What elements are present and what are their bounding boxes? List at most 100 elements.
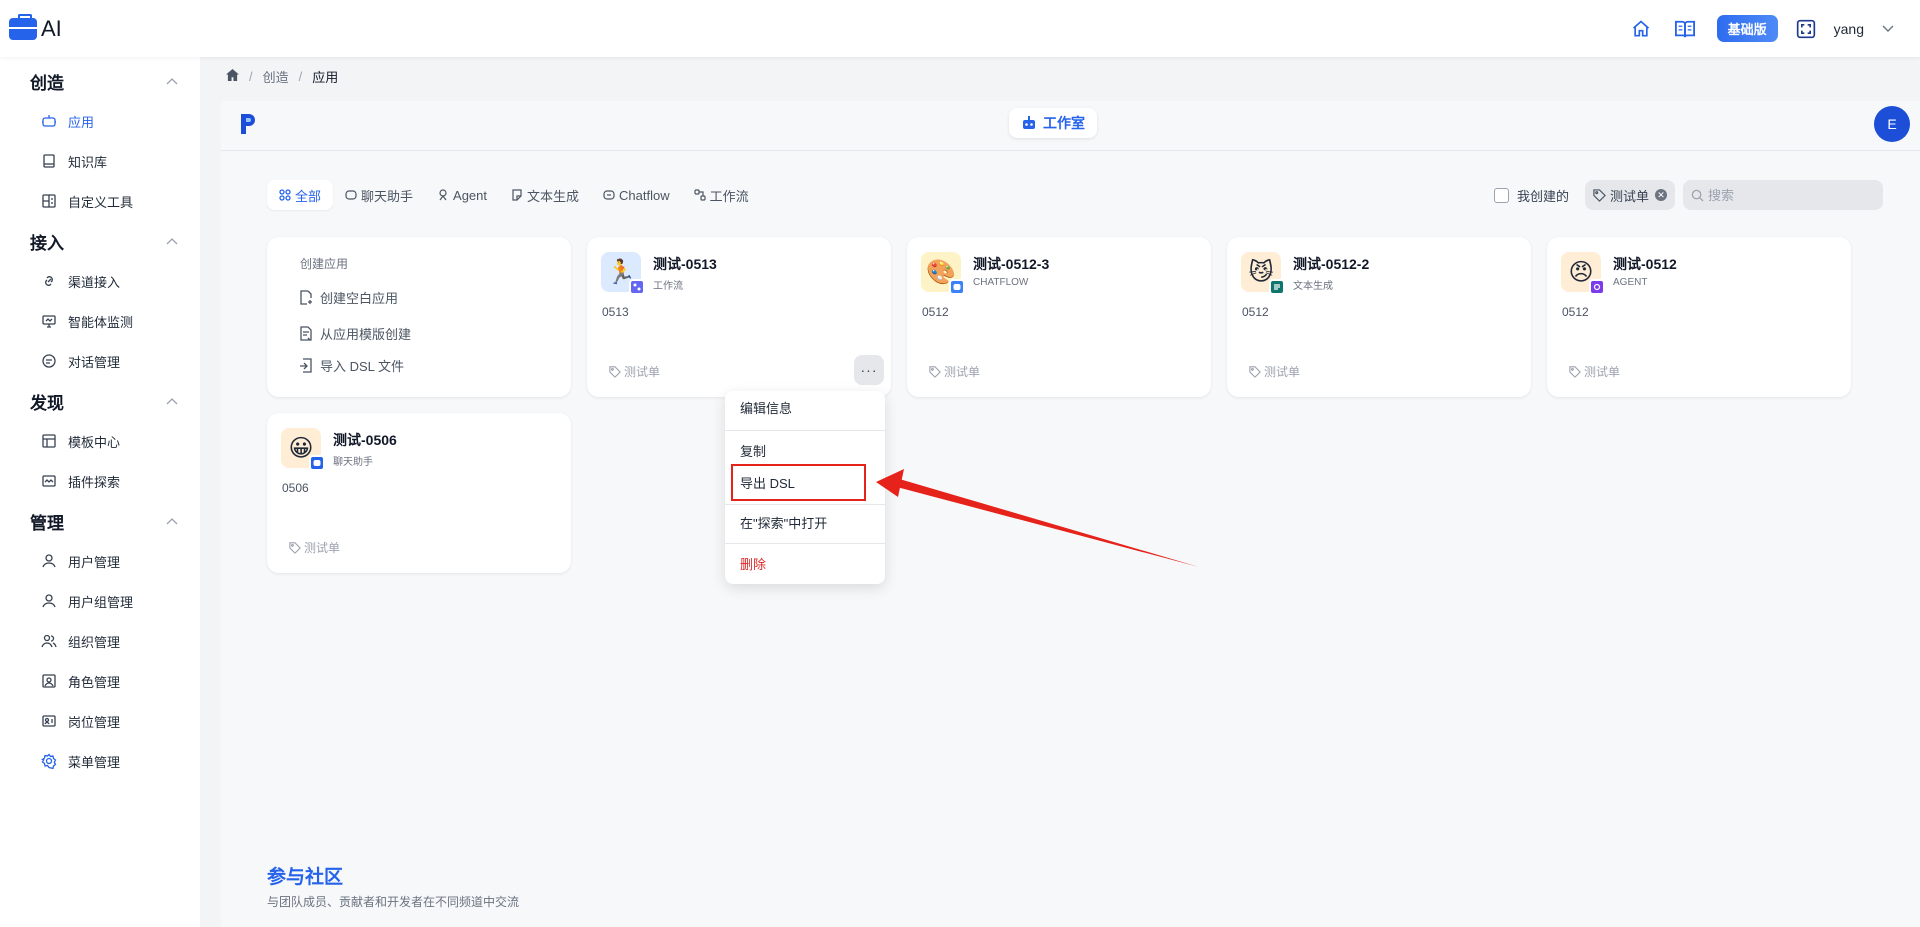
agent-icon bbox=[437, 189, 449, 201]
menu-delete[interactable]: 删除 bbox=[725, 547, 885, 579]
main-area: / 创造 / 应用 工作室 E 全部 聊天助手 Agent 文本生成 Chatf… bbox=[200, 57, 1920, 927]
chat-icon bbox=[40, 352, 58, 370]
file-template-icon bbox=[299, 325, 313, 341]
avatar[interactable]: E bbox=[1874, 106, 1910, 142]
briefcase-logo-icon bbox=[9, 13, 37, 40]
app-name: 测试-0513 bbox=[653, 256, 717, 272]
user-icon bbox=[40, 552, 58, 570]
plan-badge[interactable]: 基础版 bbox=[1716, 15, 1778, 42]
section-create[interactable]: 创造 bbox=[0, 61, 200, 101]
clear-tag-icon[interactable]: ✕ bbox=[1655, 189, 1667, 201]
tag-filter[interactable]: 测试单 ✕ bbox=[1584, 180, 1675, 210]
home-icon[interactable] bbox=[226, 69, 239, 84]
docs-book-icon[interactable] bbox=[1673, 17, 1697, 41]
app-tag[interactable]: 测试单 bbox=[929, 363, 980, 380]
app-emoji-icon: 🏃 bbox=[601, 252, 645, 295]
app-card[interactable]: 🎨 测试-0512-3 CHATFLOW 0512 测试单 bbox=[907, 237, 1211, 397]
create-from-template-button[interactable]: 从应用模版创建 bbox=[299, 318, 571, 348]
sidebar-item-knowledge[interactable]: 知识库 bbox=[0, 141, 200, 181]
app-tag[interactable]: 测试单 bbox=[1569, 363, 1620, 380]
section-discover[interactable]: 发现 bbox=[0, 381, 200, 421]
sidebar-item-conversations[interactable]: 对话管理 bbox=[0, 341, 200, 381]
breadcrumb-item[interactable]: 创造 bbox=[263, 67, 289, 86]
section-manage[interactable]: 管理 bbox=[0, 501, 200, 541]
sidebar-item-monitor[interactable]: 智能体监测 bbox=[0, 301, 200, 341]
section-access[interactable]: 接入 bbox=[0, 221, 200, 261]
template-icon bbox=[40, 432, 58, 450]
home-icon[interactable] bbox=[1629, 17, 1653, 41]
app-tag[interactable]: 测试单 bbox=[1249, 363, 1300, 380]
section-title: 发现 bbox=[30, 393, 64, 413]
menu-open-in-explore[interactable]: 在"探索"中打开 bbox=[725, 506, 885, 538]
breadcrumb-current: 应用 bbox=[312, 70, 339, 85]
app-card[interactable]: 😠 测试-0512 AGENT 0512 测试单 bbox=[1547, 237, 1851, 397]
app-card[interactable]: 😀 测试-0506 聊天助手 0506 测试单 bbox=[267, 413, 571, 573]
section-title: 创造 bbox=[30, 73, 64, 93]
sidebar-item-user-groups[interactable]: 用户组管理 bbox=[0, 581, 200, 621]
tab-all[interactable]: 全部 bbox=[267, 180, 334, 210]
create-app-card: 创建应用 创建空白应用 从应用模版创建 导入 DSL 文件 bbox=[267, 237, 571, 397]
top-header: AI 基础版 yang bbox=[0, 0, 1920, 57]
chevron-down-icon[interactable] bbox=[1882, 21, 1894, 36]
tag-icon bbox=[1249, 365, 1261, 378]
username[interactable]: yang bbox=[1834, 21, 1864, 37]
link-icon bbox=[40, 272, 58, 290]
create-blank-app-button[interactable]: 创建空白应用 bbox=[299, 282, 571, 312]
brand[interactable]: AI bbox=[9, 13, 62, 42]
product-logo-icon[interactable] bbox=[239, 114, 257, 137]
sidebar-item-channels[interactable]: 渠道接入 bbox=[0, 261, 200, 301]
import-dsl-button[interactable]: 导入 DSL 文件 bbox=[299, 350, 571, 380]
sidebar-item-orgs[interactable]: 组织管理 bbox=[0, 621, 200, 661]
app-tag[interactable]: 测试单 bbox=[609, 363, 660, 380]
tab-chatflow[interactable]: Chatflow bbox=[591, 180, 682, 210]
section-title: 接入 bbox=[30, 233, 64, 253]
sidebar-item-label: 智能体监测 bbox=[68, 314, 134, 330]
app-card[interactable]: 🏃 测试-0513 工作流 0513 测试单 ··· bbox=[587, 237, 891, 397]
sidebar-item-label: 岗位管理 bbox=[68, 714, 121, 730]
sidebar-item-label: 对话管理 bbox=[68, 354, 121, 370]
app-name: 测试-0512 bbox=[1613, 256, 1677, 272]
app-tag[interactable]: 测试单 bbox=[289, 539, 340, 556]
panel-header: 工作室 E bbox=[221, 101, 1920, 151]
sidebar-item-label: 组织管理 bbox=[68, 634, 121, 650]
tab-workflow[interactable]: 工作流 bbox=[682, 180, 761, 210]
robot-icon bbox=[40, 112, 58, 130]
tab-chat-assistant[interactable]: 聊天助手 bbox=[333, 180, 425, 210]
studio-panel: 工作室 E 全部 聊天助手 Agent 文本生成 Chatflow 工作流 我创… bbox=[221, 101, 1920, 927]
mine-label: 我创建的 bbox=[1516, 188, 1569, 204]
fullscreen-icon[interactable] bbox=[1794, 17, 1818, 41]
tab-agent[interactable]: Agent bbox=[425, 180, 499, 210]
app-emoji-icon: 😠 bbox=[1561, 252, 1605, 295]
tab-label: Chatflow bbox=[619, 187, 670, 203]
studio-tab[interactable]: 工作室 bbox=[1009, 108, 1097, 138]
search-box[interactable] bbox=[1683, 180, 1883, 210]
tab-label: 全部 bbox=[295, 188, 322, 204]
sidebar-item-label: 菜单管理 bbox=[68, 754, 121, 770]
menu-edit-info[interactable]: 编辑信息 bbox=[725, 391, 885, 423]
monitor-icon bbox=[40, 312, 58, 330]
tag-icon bbox=[1593, 188, 1606, 202]
tab-text-generation[interactable]: 文本生成 bbox=[499, 180, 591, 210]
chatflow-icon bbox=[603, 189, 615, 201]
app-card[interactable]: 😼 测试-0512-2 文本生成 0512 测试单 bbox=[1227, 237, 1531, 397]
chatflow-badge-icon bbox=[949, 279, 965, 295]
sidebar-item-menus[interactable]: 菜单管理 bbox=[0, 741, 200, 781]
sidebar-item-templates[interactable]: 模板中心 bbox=[0, 421, 200, 461]
chevron-up-icon bbox=[166, 238, 178, 245]
sidebar-item-tools[interactable]: 自定义工具 bbox=[0, 181, 200, 221]
app-tag-label: 测试单 bbox=[624, 365, 661, 379]
tag-icon bbox=[929, 365, 941, 378]
more-options-button[interactable]: ··· bbox=[854, 355, 884, 385]
sidebar-item-label: 渠道接入 bbox=[68, 274, 121, 290]
sidebar-item-plugins[interactable]: 插件探索 bbox=[0, 461, 200, 501]
sidebar-item-posts[interactable]: 岗位管理 bbox=[0, 701, 200, 741]
sidebar-item-roles[interactable]: 角色管理 bbox=[0, 661, 200, 701]
menu-copy[interactable]: 复制 bbox=[725, 434, 885, 466]
sidebar-item-users[interactable]: 用户管理 bbox=[0, 541, 200, 581]
mine-checkbox[interactable] bbox=[1493, 187, 1509, 203]
tag-icon bbox=[289, 541, 301, 554]
menu-divider bbox=[725, 430, 885, 431]
sidebar-item-apps[interactable]: 应用 bbox=[0, 101, 200, 141]
search-input[interactable] bbox=[1708, 187, 1868, 203]
app-emoji-icon: 😀 bbox=[281, 428, 325, 471]
